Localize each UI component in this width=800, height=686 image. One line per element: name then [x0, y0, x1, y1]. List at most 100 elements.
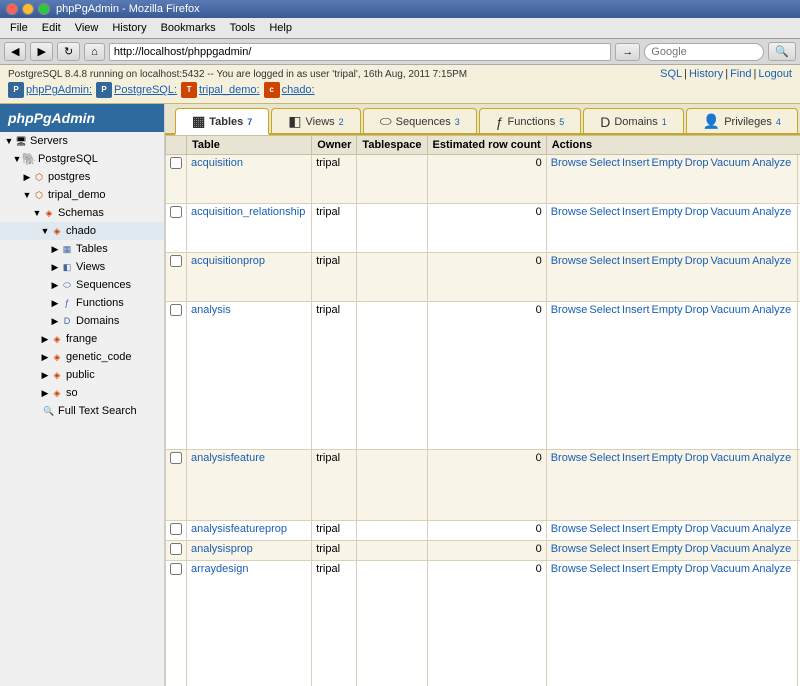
- action-vacuum[interactable]: Vacuum: [711, 523, 751, 535]
- action-analyze[interactable]: Analyze: [752, 523, 791, 535]
- menu-bookmarks[interactable]: Bookmarks: [155, 20, 222, 36]
- header-est-rows[interactable]: Estimated row count: [427, 136, 546, 155]
- action-drop[interactable]: Drop: [685, 523, 709, 535]
- action-browse[interactable]: Browse: [551, 563, 588, 575]
- row-checkbox[interactable]: [170, 304, 182, 316]
- menu-tools[interactable]: Tools: [224, 20, 262, 36]
- tab-tables[interactable]: ▦ Tables7: [175, 108, 269, 135]
- action-empty[interactable]: Empty: [652, 563, 683, 575]
- sidebar-item-servers[interactable]: ▼ 🖥 Servers: [0, 132, 164, 150]
- minimize-button[interactable]: [22, 3, 34, 15]
- sidebar-item-postgresql[interactable]: ▼ 🐘 PostgreSQL: [0, 150, 164, 168]
- action-select[interactable]: Select: [589, 523, 620, 535]
- row-checkbox[interactable]: [170, 563, 182, 575]
- table-name[interactable]: acquisition: [187, 155, 312, 204]
- action-vacuum[interactable]: Vacuum: [711, 255, 751, 267]
- find-link[interactable]: Find: [730, 68, 751, 80]
- tab-domains[interactable]: D Domains1: [583, 108, 684, 133]
- maximize-button[interactable]: [38, 3, 50, 15]
- action-insert[interactable]: Insert: [622, 563, 650, 575]
- row-checkbox[interactable]: [170, 206, 182, 218]
- table-name[interactable]: acquisitionprop: [187, 253, 312, 302]
- action-empty[interactable]: Empty: [652, 206, 683, 218]
- tab-views[interactable]: ◧ Views2: [271, 108, 360, 133]
- action-select[interactable]: Select: [589, 563, 620, 575]
- action-vacuum[interactable]: Vacuum: [711, 543, 751, 555]
- sidebar-item-functions[interactable]: ▶ ƒ Functions: [0, 294, 164, 312]
- action-analyze[interactable]: Analyze: [752, 304, 791, 316]
- menu-edit[interactable]: Edit: [36, 20, 67, 36]
- forward-button[interactable]: ▶: [30, 42, 52, 61]
- action-insert[interactable]: Insert: [622, 543, 650, 555]
- action-browse[interactable]: Browse: [551, 255, 588, 267]
- sidebar-item-genetic-code[interactable]: ▶ ◈ genetic_code: [0, 348, 164, 366]
- action-empty[interactable]: Empty: [652, 157, 683, 169]
- action-select[interactable]: Select: [589, 543, 620, 555]
- back-button[interactable]: ◀: [4, 42, 26, 61]
- sidebar-item-chado[interactable]: ▼ ◈ chado: [0, 222, 164, 240]
- action-select[interactable]: Select: [589, 206, 620, 218]
- action-insert[interactable]: Insert: [622, 206, 650, 218]
- sidebar-item-so[interactable]: ▶ ◈ so: [0, 384, 164, 402]
- table-name[interactable]: analysis: [187, 302, 312, 450]
- sidebar-item-postgres[interactable]: ▶ ⬡ postgres: [0, 168, 164, 186]
- header-table[interactable]: Table: [187, 136, 312, 155]
- action-insert[interactable]: Insert: [622, 157, 650, 169]
- breadcrumb-postgres[interactable]: PostgreSQL:: [114, 84, 177, 96]
- logout-link[interactable]: Logout: [758, 68, 792, 80]
- menu-view[interactable]: View: [69, 20, 105, 36]
- action-empty[interactable]: Empty: [652, 304, 683, 316]
- tab-sequences[interactable]: ⬭ Sequences3: [363, 108, 477, 133]
- action-vacuum[interactable]: Vacuum: [711, 563, 751, 575]
- action-drop[interactable]: Drop: [685, 543, 709, 555]
- action-browse[interactable]: Browse: [551, 304, 588, 316]
- action-browse[interactable]: Browse: [551, 523, 588, 535]
- action-insert[interactable]: Insert: [622, 523, 650, 535]
- row-checkbox[interactable]: [170, 543, 182, 555]
- row-checkbox[interactable]: [170, 255, 182, 267]
- action-select[interactable]: Select: [589, 304, 620, 316]
- sidebar-item-tripal-demo[interactable]: ▼ ⬡ tripal_demo: [0, 186, 164, 204]
- refresh-button[interactable]: ↻: [57, 42, 80, 61]
- header-tablespace[interactable]: Tablespace: [357, 136, 427, 155]
- row-checkbox[interactable]: [170, 157, 182, 169]
- action-analyze[interactable]: Analyze: [752, 452, 791, 464]
- action-browse[interactable]: Browse: [551, 206, 588, 218]
- action-select[interactable]: Select: [589, 157, 620, 169]
- action-empty[interactable]: Empty: [652, 255, 683, 267]
- action-browse[interactable]: Browse: [551, 452, 588, 464]
- sidebar-item-frange[interactable]: ▶ ◈ frange: [0, 330, 164, 348]
- action-analyze[interactable]: Analyze: [752, 563, 791, 575]
- window-controls[interactable]: [6, 3, 50, 15]
- sidebar-item-full-text-search[interactable]: 🔍 Full Text Search: [0, 402, 164, 420]
- table-name[interactable]: arraydesign: [187, 561, 312, 686]
- action-drop[interactable]: Drop: [685, 206, 709, 218]
- menu-history[interactable]: History: [106, 20, 152, 36]
- row-checkbox[interactable]: [170, 523, 182, 535]
- action-insert[interactable]: Insert: [622, 452, 650, 464]
- sidebar-item-tables[interactable]: ▶ ▦ Tables: [0, 240, 164, 258]
- breadcrumb-phppgadmin[interactable]: phpPgAdmin:: [26, 84, 92, 96]
- action-drop[interactable]: Drop: [685, 452, 709, 464]
- action-select[interactable]: Select: [589, 255, 620, 267]
- close-button[interactable]: [6, 3, 18, 15]
- action-analyze[interactable]: Analyze: [752, 206, 791, 218]
- action-insert[interactable]: Insert: [622, 304, 650, 316]
- breadcrumb-tripal-demo[interactable]: tripal_demo:: [199, 84, 260, 96]
- sidebar-item-schemas[interactable]: ▼ ◈ Schemas: [0, 204, 164, 222]
- sql-link[interactable]: SQL: [660, 68, 682, 80]
- action-empty[interactable]: Empty: [652, 543, 683, 555]
- table-name[interactable]: analysisfeatureprop: [187, 521, 312, 541]
- action-drop[interactable]: Drop: [685, 157, 709, 169]
- sidebar-item-domains[interactable]: ▶ D Domains: [0, 312, 164, 330]
- row-checkbox[interactable]: [170, 452, 182, 464]
- sidebar-item-sequences[interactable]: ▶ ⬭ Sequences: [0, 276, 164, 294]
- action-insert[interactable]: Insert: [622, 255, 650, 267]
- sidebar-item-views[interactable]: ▶ ◧ Views: [0, 258, 164, 276]
- table-name[interactable]: acquisition_relationship: [187, 204, 312, 253]
- action-empty[interactable]: Empty: [652, 452, 683, 464]
- tab-functions[interactable]: ƒ Functions5: [479, 108, 582, 133]
- history-link[interactable]: History: [689, 68, 723, 80]
- go-button[interactable]: →: [615, 43, 640, 61]
- table-name[interactable]: analysisprop: [187, 541, 312, 561]
